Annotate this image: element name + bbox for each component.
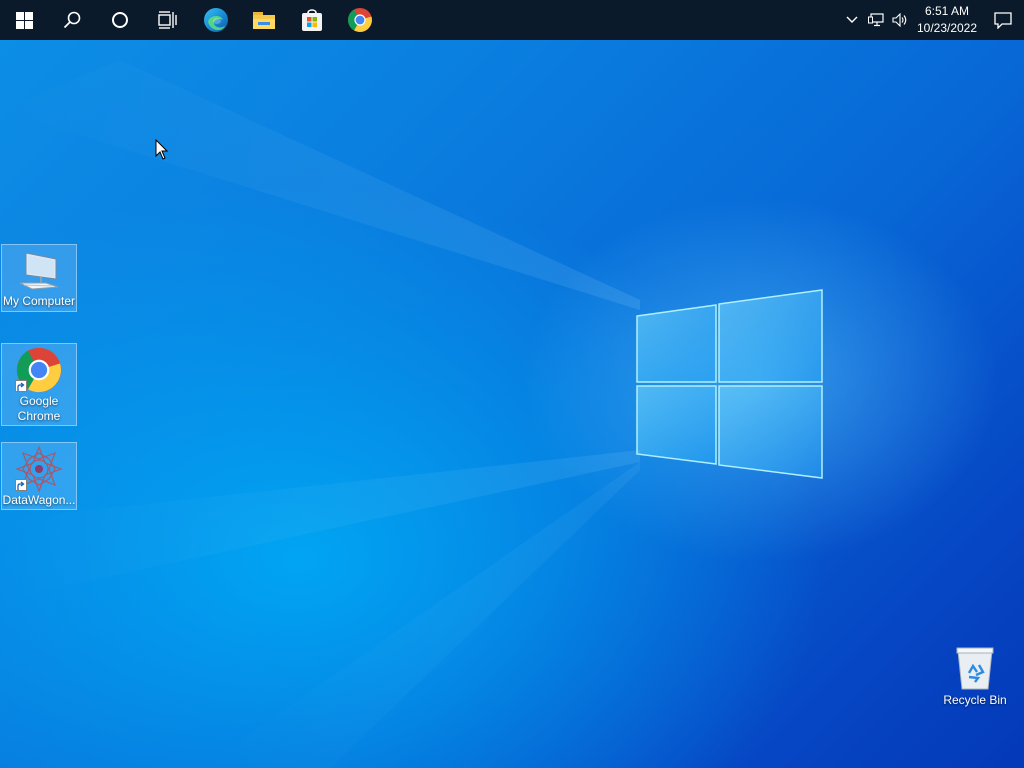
shortcut-arrow-icon	[15, 380, 27, 392]
search-icon	[63, 11, 81, 29]
volume-button[interactable]	[888, 0, 912, 40]
cortana-circle-icon	[112, 12, 128, 28]
wallpaper	[0, 60, 823, 768]
taskbar-edge-button[interactable]	[192, 0, 240, 40]
network-button[interactable]	[864, 0, 888, 40]
clock-date: 10/23/2022	[916, 21, 978, 35]
search-button[interactable]	[48, 0, 96, 40]
windows-logo-icon	[15, 11, 33, 29]
action-center-button[interactable]	[982, 0, 1024, 40]
desktop-icon-my-computer[interactable]: My Computer	[1, 244, 77, 312]
chevron-up-icon	[846, 16, 858, 23]
taskbar-file-explorer-button[interactable]	[240, 0, 288, 40]
mouse-cursor-icon	[155, 139, 169, 160]
chrome-icon	[13, 346, 65, 394]
desktop-icon-label: My Computer	[2, 294, 76, 308]
recycle-bin-icon	[949, 642, 1001, 693]
taskbar: 6:51 AM 10/23/2022	[0, 0, 1024, 40]
shortcut-arrow-icon	[15, 479, 27, 491]
chrome-icon	[348, 8, 372, 32]
desktop-icon-label: Recycle Bin	[943, 693, 1007, 707]
task-view-icon	[158, 11, 177, 29]
edge-icon	[204, 8, 228, 32]
desktop-icon-label: Google Chrome	[17, 394, 61, 423]
system-tray: 6:51 AM 10/23/2022	[840, 0, 1024, 40]
desktop-icon-label: DataWagon...	[2, 493, 76, 507]
datawagon-icon	[13, 445, 65, 493]
desktop-icon-datawagon[interactable]: DataWagon...	[1, 442, 77, 510]
show-hidden-icons-button[interactable]	[840, 0, 864, 40]
taskbar-chrome-button[interactable]	[336, 0, 384, 40]
desktop[interactable]: 6:51 AM 10/23/2022 My Computer Google Ch…	[0, 0, 1024, 768]
taskbar-store-button[interactable]	[288, 0, 336, 40]
desktop-icon-google-chrome[interactable]: Google Chrome	[1, 343, 77, 426]
network-icon	[868, 13, 884, 27]
computer-icon	[13, 247, 65, 294]
volume-icon	[892, 13, 907, 27]
clock-time: 6:51 AM	[924, 4, 970, 18]
start-button[interactable]	[0, 0, 48, 40]
folder-icon	[253, 12, 275, 29]
clock[interactable]: 6:51 AM 10/23/2022	[912, 0, 982, 40]
desktop-icon-recycle-bin[interactable]: Recycle Bin	[937, 640, 1013, 710]
store-icon	[302, 9, 322, 31]
cortana-button[interactable]	[96, 0, 144, 40]
action-center-icon	[994, 11, 1012, 29]
task-view-button[interactable]	[144, 0, 192, 40]
windows-wallpaper-logo	[636, 289, 823, 479]
